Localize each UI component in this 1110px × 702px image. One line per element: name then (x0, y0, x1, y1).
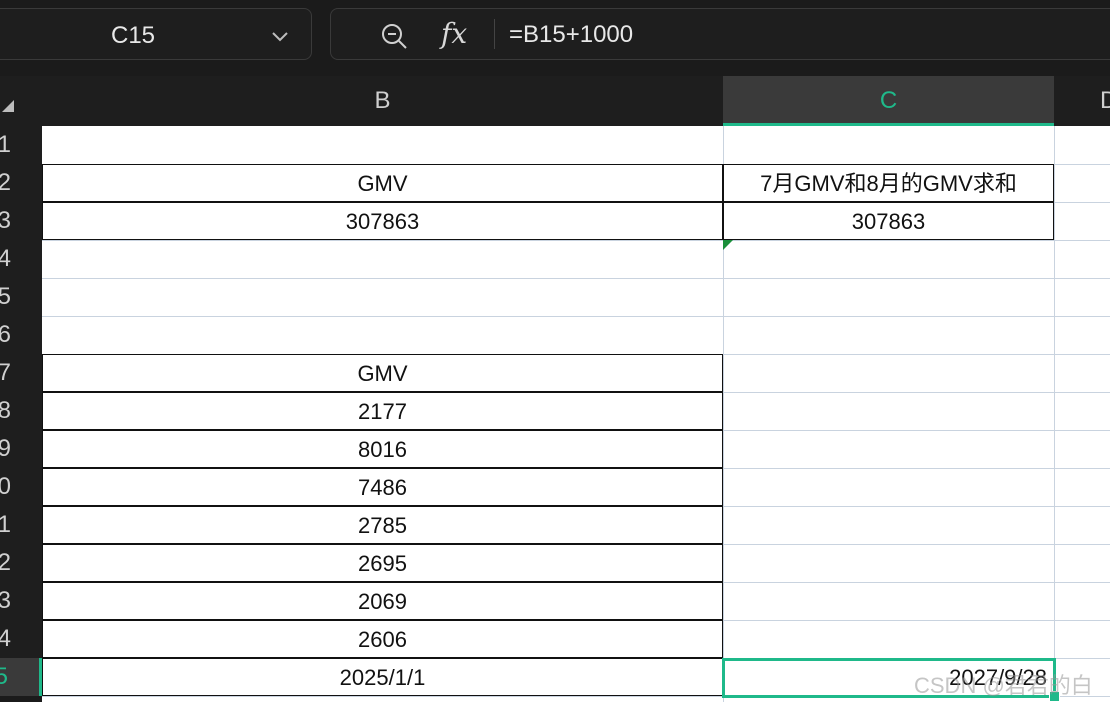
row-number: 4 (0, 245, 11, 272)
select-all-corner[interactable] (0, 76, 42, 126)
cell-indicator (723, 240, 733, 250)
row-header-15[interactable]: 15 (0, 658, 42, 696)
row-header-1[interactable]: 1 (0, 126, 42, 164)
cell-b9[interactable]: 8016 (42, 430, 723, 468)
formula-toolbar: C15 fx =B15+1000 (0, 0, 1110, 76)
cell-b7[interactable]: GMV (42, 354, 723, 392)
row-number: 2 (0, 169, 11, 196)
row-number: 15 (0, 663, 8, 690)
cell-b11[interactable]: 2785 (42, 506, 723, 544)
row-number: 13 (0, 587, 11, 614)
cell-c3[interactable]: 307863 (723, 202, 1054, 240)
row-number: 5 (0, 283, 11, 310)
cell-c2[interactable]: 7月GMV和8月的GMV求和 (723, 164, 1054, 202)
row-header-11[interactable]: 11 (0, 506, 42, 544)
cell-b12[interactable]: 2695 (42, 544, 723, 582)
row-header-8[interactable]: 8 (0, 392, 42, 430)
divider (494, 19, 495, 49)
name-box[interactable]: C15 (0, 8, 312, 60)
cell-b8[interactable]: 2177 (42, 392, 723, 430)
column-header-d[interactable]: D (1054, 76, 1110, 126)
chevron-down-icon[interactable] (269, 25, 291, 47)
cell-b15[interactable]: 2025/1/1 (42, 658, 723, 696)
row-header-3[interactable]: 3 (0, 202, 42, 240)
cell-b2[interactable]: GMV (42, 164, 723, 202)
grid-line (42, 240, 1110, 241)
row-number: 11 (0, 511, 11, 538)
column-header-c[interactable]: C (723, 76, 1054, 126)
row-number: 1 (0, 131, 11, 158)
grid-line (1054, 126, 1055, 702)
function-icon[interactable]: fx (441, 17, 467, 50)
row-header-14[interactable]: 14 (0, 620, 42, 658)
grid-line (42, 316, 1110, 317)
row-number: 10 (0, 473, 11, 500)
row-header-7[interactable]: 7 (0, 354, 42, 392)
row-number: 3 (0, 207, 11, 234)
row-header-4[interactable]: 4 (0, 240, 42, 278)
cell-b3[interactable]: 307863 (42, 202, 723, 240)
zoom-out-icon[interactable] (379, 21, 409, 51)
formula-input[interactable]: =B15+1000 (509, 21, 633, 49)
row-header-9[interactable]: 9 (0, 430, 42, 468)
cell-grid[interactable]: GMV 307863 7月GMV和8月的GMV求和 307863 GMV 217… (42, 126, 1110, 702)
row-header-10[interactable]: 10 (0, 468, 42, 506)
row-header-12[interactable]: 12 (0, 544, 42, 582)
row-header-2[interactable]: 2 (0, 164, 42, 202)
row-number: 12 (0, 549, 11, 576)
row-number: 8 (0, 397, 11, 424)
column-header-b[interactable]: B (42, 76, 723, 126)
name-box-cell-ref: C15 (111, 22, 156, 49)
row-header-6[interactable]: 6 (0, 316, 42, 354)
cell-b10[interactable]: 7486 (42, 468, 723, 506)
row-number: 14 (0, 625, 11, 652)
row-header-5[interactable]: 5 (0, 278, 42, 316)
row-number: 9 (0, 435, 11, 462)
cell-b14[interactable]: 2606 (42, 620, 723, 658)
row-header-13[interactable]: 13 (0, 582, 42, 620)
cell-b13[interactable]: 2069 (42, 582, 723, 620)
grid-line (42, 278, 1110, 279)
watermark: CSDN @君君的白菜 (914, 673, 1093, 698)
formula-bar[interactable]: fx =B15+1000 (330, 8, 1110, 60)
row-number: 6 (0, 321, 11, 348)
row-number: 7 (0, 359, 11, 386)
